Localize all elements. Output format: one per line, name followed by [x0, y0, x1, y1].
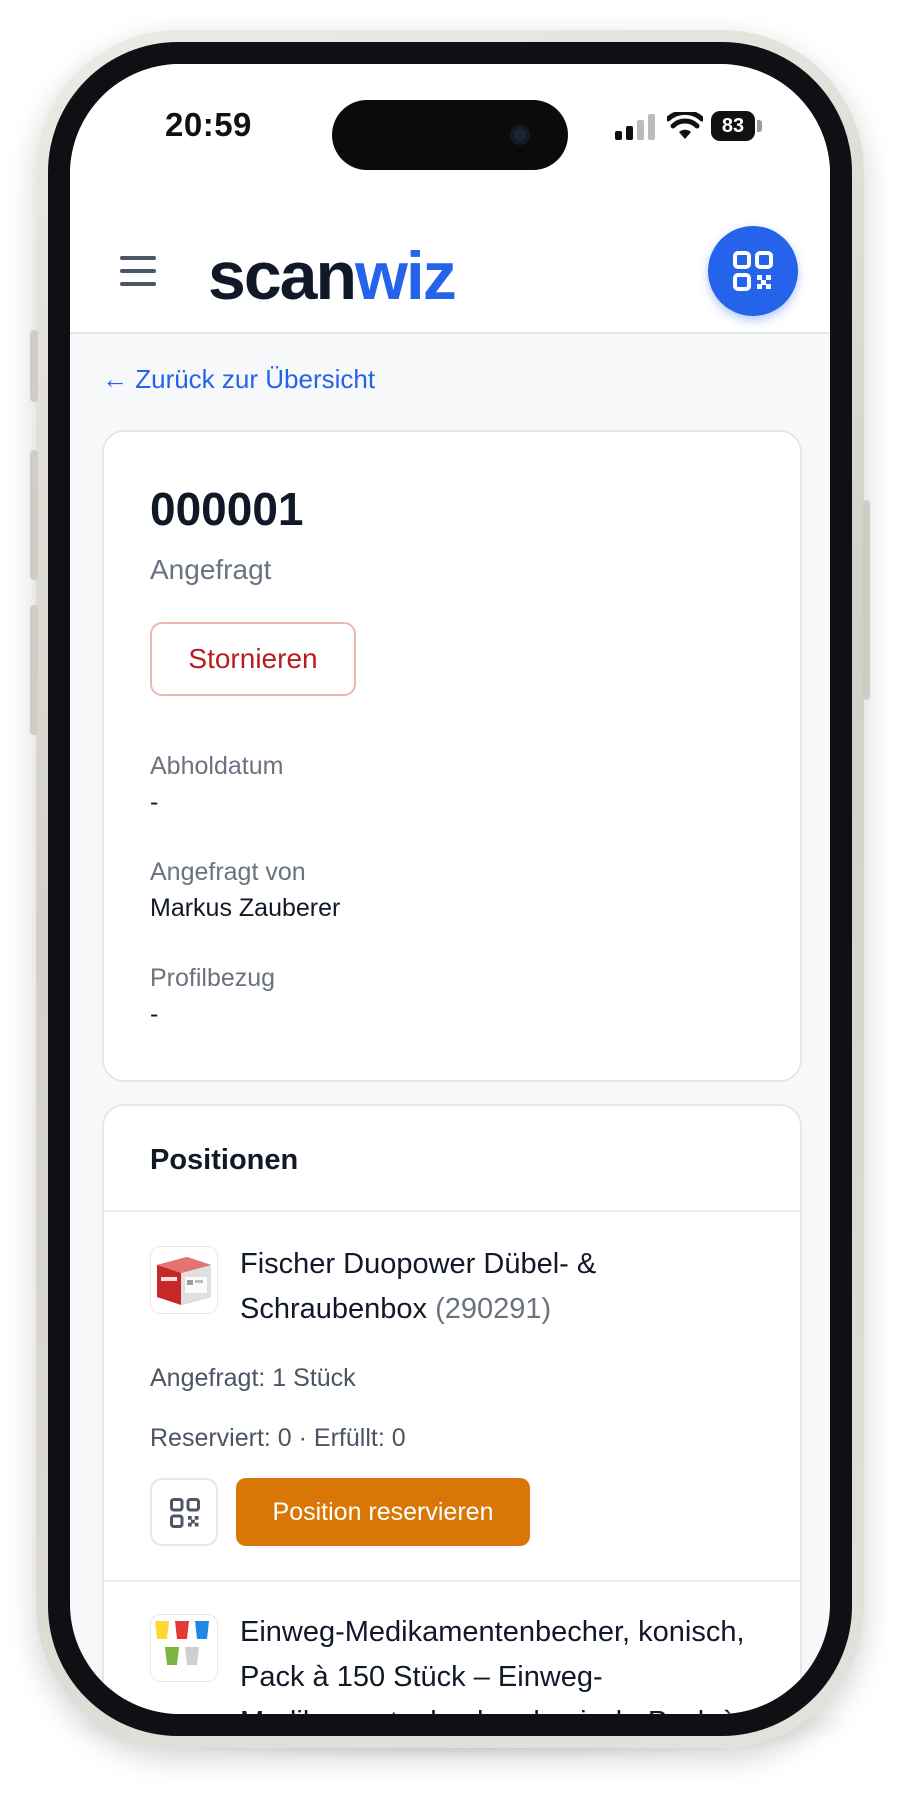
item-reserved-fulfilled: Reserviert: 0 · Erfüllt: 0: [150, 1424, 406, 1452]
scan-qr-button[interactable]: [708, 226, 798, 316]
item-name: Einweg-Medikamentenbecher, konisch, Pack…: [240, 1616, 745, 1714]
order-card: 000001 Angefragt Stornieren Abholdatum -…: [102, 430, 802, 1082]
item-qr-button[interactable]: [150, 1478, 218, 1546]
phone-volume-down-button: [30, 605, 38, 735]
pickup-date-label: Abholdatum: [150, 752, 284, 780]
phone-power-button: [862, 500, 870, 700]
logo-text-wiz: wiz: [355, 238, 457, 314]
phone-screen: 20:59 83 scanwiz ← Zurück zur Übersicht …: [70, 64, 830, 1714]
app-header: scanwiz: [70, 184, 830, 334]
positions-divider: [104, 1210, 800, 1212]
battery-icon: 83: [711, 111, 755, 141]
order-id: 000001: [150, 483, 304, 535]
phone-silent-switch: [30, 330, 38, 402]
reserve-position-button[interactable]: Position reservieren: [236, 1478, 530, 1546]
logo-text-scan: scan: [208, 238, 357, 314]
cancel-button[interactable]: Stornieren: [150, 622, 356, 696]
status-time: 20:59: [165, 106, 252, 143]
wifi-icon: [667, 112, 703, 139]
item-divider: [104, 1580, 800, 1582]
item-sku: (290291): [435, 1293, 552, 1325]
status-bar: 20:59 83: [70, 64, 830, 184]
requested-by-value: Markus Zauberer: [150, 894, 341, 922]
qr-code-icon: [170, 1498, 200, 1528]
profile-reference-value: -: [150, 1000, 159, 1028]
app-logo[interactable]: scanwiz: [208, 236, 457, 316]
requested-by-label: Angefragt von: [150, 858, 306, 886]
front-camera: [510, 125, 530, 145]
item-requested-qty: Angefragt: 1 Stück: [150, 1364, 356, 1392]
menu-icon[interactable]: [120, 256, 156, 286]
product-thumbnail: [150, 1614, 218, 1682]
dynamic-island: [332, 100, 568, 170]
battery-tip: [757, 120, 762, 132]
positions-title: Positionen: [150, 1144, 299, 1176]
profile-reference-label: Profilbezug: [150, 964, 276, 992]
product-thumbnail: [150, 1246, 218, 1314]
back-to-overview-link[interactable]: ← Zurück zur Übersicht: [102, 364, 375, 395]
pickup-date-value: -: [150, 788, 159, 816]
order-status: Angefragt: [150, 554, 272, 585]
phone-volume-up-button: [30, 450, 38, 580]
positions-card: Positionen Fischer Duopower Dübel- & Sch…: [102, 1104, 802, 1714]
signal-icon: [615, 114, 655, 140]
qr-code-icon: [733, 251, 773, 291]
item-name: Fischer Duopower Dübel- & Schraubenbox (…: [240, 1242, 760, 1332]
